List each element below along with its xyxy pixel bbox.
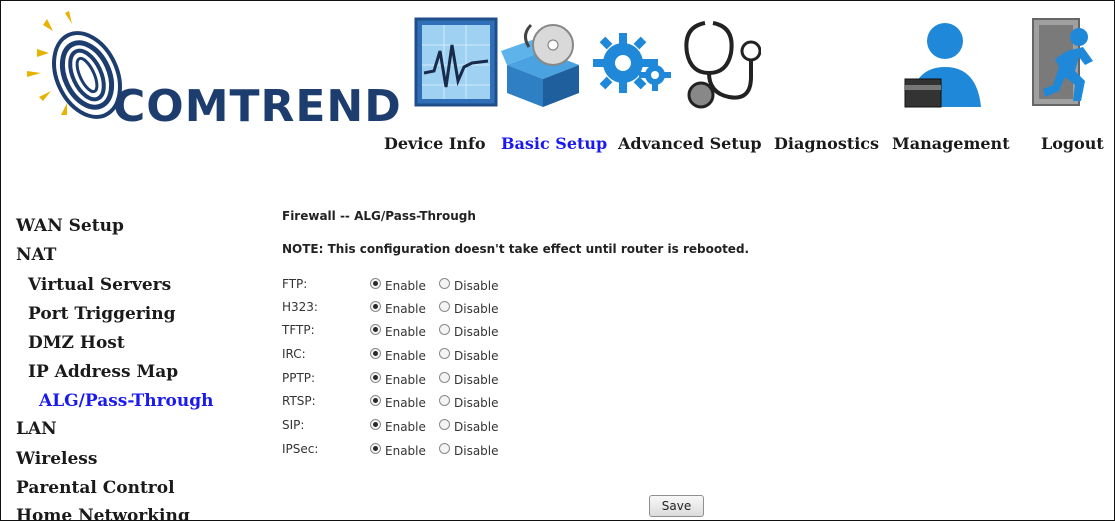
sidebar-item-nat[interactable]: NAT <box>16 245 56 265</box>
protocol-label: FTP: <box>282 277 308 291</box>
sidebar-item-virtual-servers[interactable]: Virtual Servers <box>28 275 171 295</box>
disable-label: Disable <box>454 279 499 293</box>
nav-management[interactable]: Management <box>892 134 1010 153</box>
enable-label: Enable <box>385 325 426 339</box>
sidebar-item-lan[interactable]: LAN <box>16 419 57 439</box>
enable-radio[interactable] <box>370 443 381 454</box>
protocol-label: H323: <box>282 300 318 314</box>
enable-radio[interactable] <box>370 348 381 359</box>
disable-radio[interactable] <box>439 324 450 335</box>
disable-radio[interactable] <box>439 443 450 454</box>
page-title: Firewall -- ALG/Pass-Through <box>282 209 476 223</box>
save-button[interactable]: Save <box>649 495 704 517</box>
disable-radio[interactable] <box>439 372 450 383</box>
nav-basic-setup[interactable]: Basic Setup <box>501 134 607 153</box>
disable-radio[interactable] <box>439 395 450 406</box>
exit-door-icon[interactable] <box>1019 15 1103 111</box>
disable-label: Disable <box>454 302 499 316</box>
disable-radio[interactable] <box>439 348 450 359</box>
enable-label: Enable <box>385 420 426 434</box>
disable-label: Disable <box>454 325 499 339</box>
chart-monitor-icon[interactable] <box>414 15 498 111</box>
enable-label: Enable <box>385 302 426 316</box>
sidebar-item-port-triggering[interactable]: Port Triggering <box>28 304 175 324</box>
enable-radio[interactable] <box>370 372 381 383</box>
enable-radio[interactable] <box>370 395 381 406</box>
comtrend-logo: COMTREND <box>17 9 401 132</box>
enable-label: Enable <box>385 349 426 363</box>
stethoscope-icon[interactable] <box>677 15 761 111</box>
disable-label: Disable <box>454 420 499 434</box>
disable-label: Disable <box>454 444 499 458</box>
user-card-icon[interactable] <box>901 15 985 111</box>
sidebar-item-home-networking[interactable]: Home Networking <box>16 506 190 520</box>
protocol-label: IRC: <box>282 347 306 361</box>
disable-label: Disable <box>454 373 499 387</box>
protocol-label: PPTP: <box>282 371 316 385</box>
sidebar-item-wan-setup[interactable]: WAN Setup <box>16 216 124 236</box>
nav-logout[interactable]: Logout <box>1041 134 1104 153</box>
enable-label: Enable <box>385 373 426 387</box>
enable-label: Enable <box>385 279 426 293</box>
disable-label: Disable <box>454 396 499 410</box>
disable-label: Disable <box>454 349 499 363</box>
sidebar-item-alg-pass-through[interactable]: ALG/Pass-Through <box>39 391 214 411</box>
sidebar-item-dmz-host[interactable]: DMZ Host <box>28 333 125 353</box>
protocol-label: TFTP: <box>282 323 315 337</box>
enable-radio[interactable] <box>370 278 381 289</box>
reboot-note: NOTE: This configuration doesn't take ef… <box>282 242 750 256</box>
disable-radio[interactable] <box>439 278 450 289</box>
gears-icon[interactable] <box>589 15 673 111</box>
open-box-disc-icon[interactable] <box>501 15 585 111</box>
protocol-label: SIP: <box>282 418 305 432</box>
nav-diagnostics[interactable]: Diagnostics <box>774 134 879 153</box>
nav-device-info[interactable]: Device Info <box>384 134 486 153</box>
protocol-label: IPSec: <box>282 442 319 456</box>
logo-spiral-icon <box>27 11 122 119</box>
enable-radio[interactable] <box>370 301 381 312</box>
brand-name: COMTREND <box>113 81 402 132</box>
enable-radio[interactable] <box>370 324 381 335</box>
sidebar-item-parental-control[interactable]: Parental Control <box>16 478 175 498</box>
enable-label: Enable <box>385 396 426 410</box>
nav-advanced-setup[interactable]: Advanced Setup <box>618 134 762 153</box>
disable-radio[interactable] <box>439 419 450 430</box>
sidebar-item-ip-address-map[interactable]: IP Address Map <box>28 362 178 382</box>
enable-radio[interactable] <box>370 419 381 430</box>
disable-radio[interactable] <box>439 301 450 312</box>
protocol-label: RTSP: <box>282 394 316 408</box>
sidebar-item-wireless[interactable]: Wireless <box>16 449 97 469</box>
router-admin-page: COMTREND Device Info Basic Setup Advance… <box>0 0 1115 521</box>
enable-label: Enable <box>385 444 426 458</box>
